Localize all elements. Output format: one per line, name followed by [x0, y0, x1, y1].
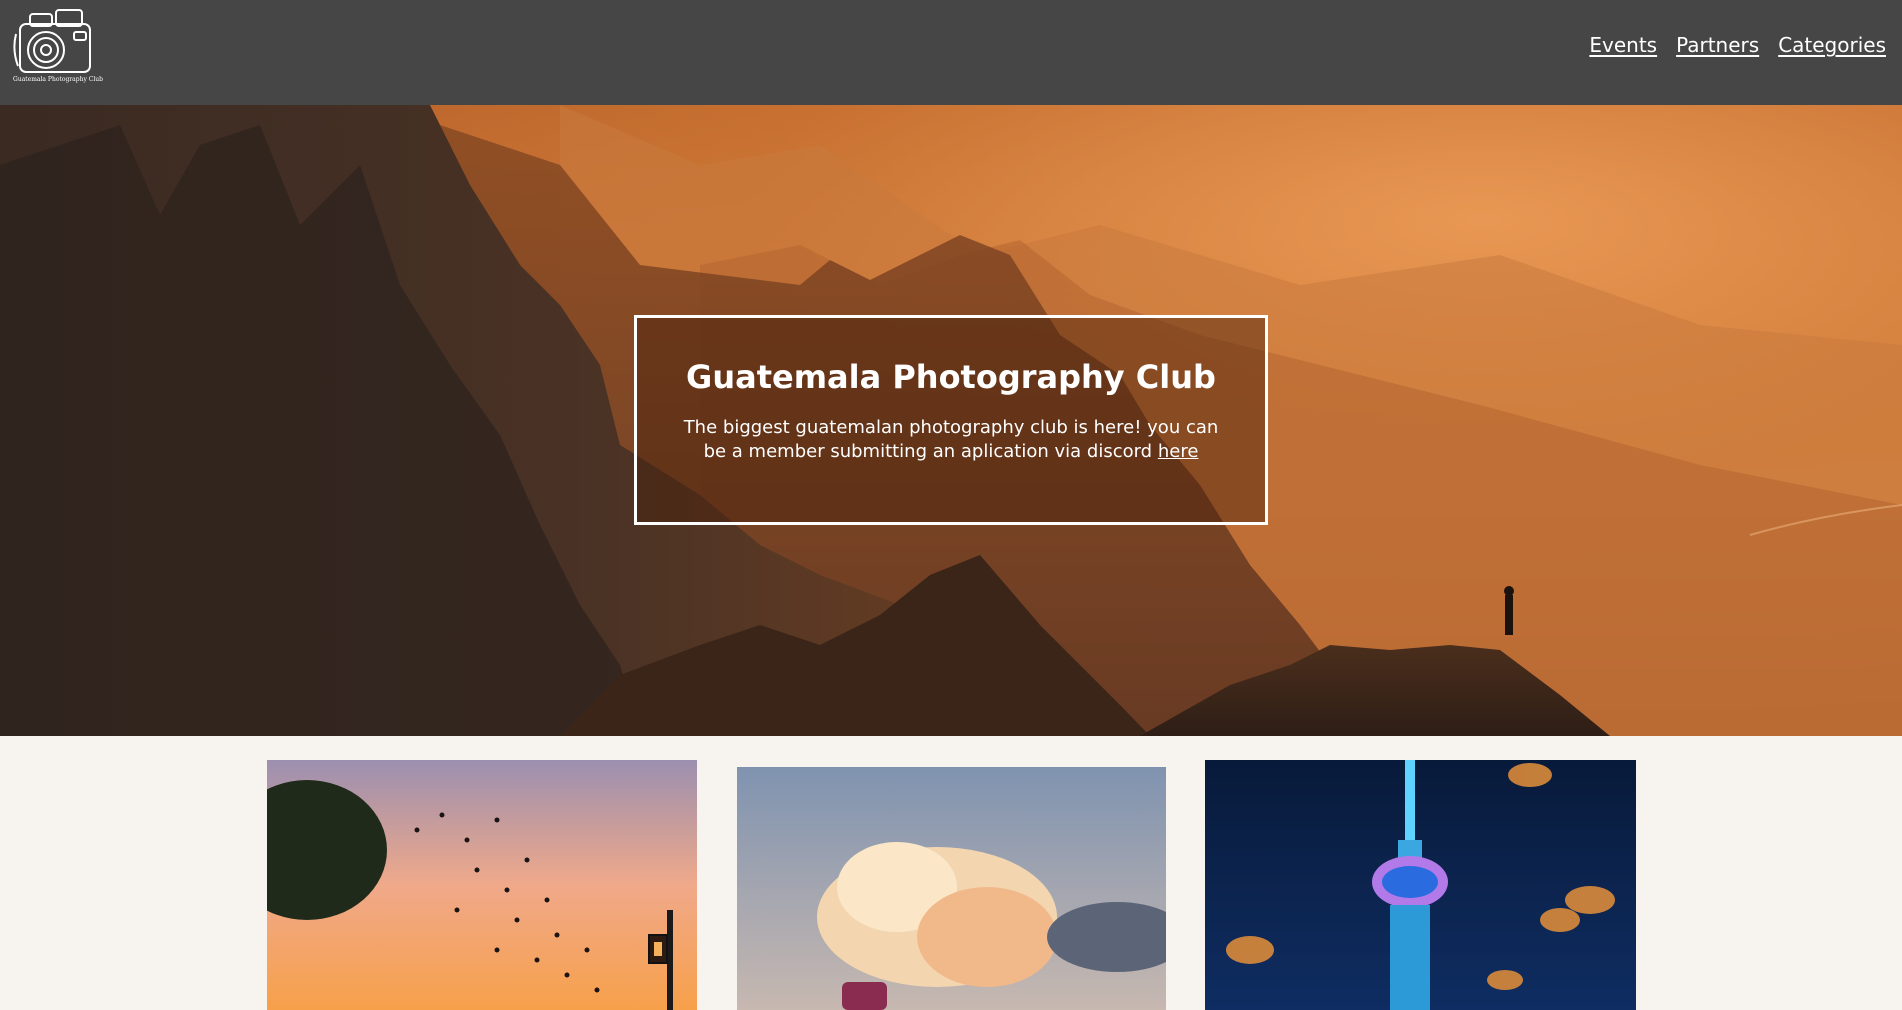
- camera-logo-icon: [13, 9, 91, 73]
- gallery-photo-birds-sunset[interactable]: [267, 760, 697, 1010]
- hero-description-text: The biggest guatemalan photography club …: [683, 417, 1219, 462]
- site-header: Guatemala Photography Club Events Partne…: [0, 0, 1902, 105]
- discord-link[interactable]: here: [1158, 441, 1199, 462]
- hero-card: Guatemala Photography Club The biggest g…: [634, 315, 1268, 525]
- gallery-photo-tower-night[interactable]: [1205, 760, 1636, 1010]
- nav-link-events[interactable]: Events: [1589, 33, 1657, 57]
- gallery-photo-2: [737, 767, 1166, 1010]
- gallery-photo-3: [1205, 760, 1636, 1010]
- gallery-photo-1: [267, 760, 697, 1010]
- logo-text: Guatemala Photography Club: [13, 76, 103, 83]
- hero-banner: Guatemala Photography Club The biggest g…: [0, 105, 1902, 736]
- site-logo[interactable]: Guatemala Photography Club: [12, 6, 104, 88]
- nav-link-categories[interactable]: Categories: [1778, 33, 1886, 57]
- nav-link-partners[interactable]: Partners: [1676, 33, 1759, 57]
- hero-description: The biggest guatemalan photography club …: [671, 416, 1231, 464]
- hero-title: Guatemala Photography Club: [686, 358, 1216, 396]
- main-nav: Events Partners Categories: [1589, 33, 1886, 57]
- gallery-photo-cloud[interactable]: [737, 767, 1166, 1010]
